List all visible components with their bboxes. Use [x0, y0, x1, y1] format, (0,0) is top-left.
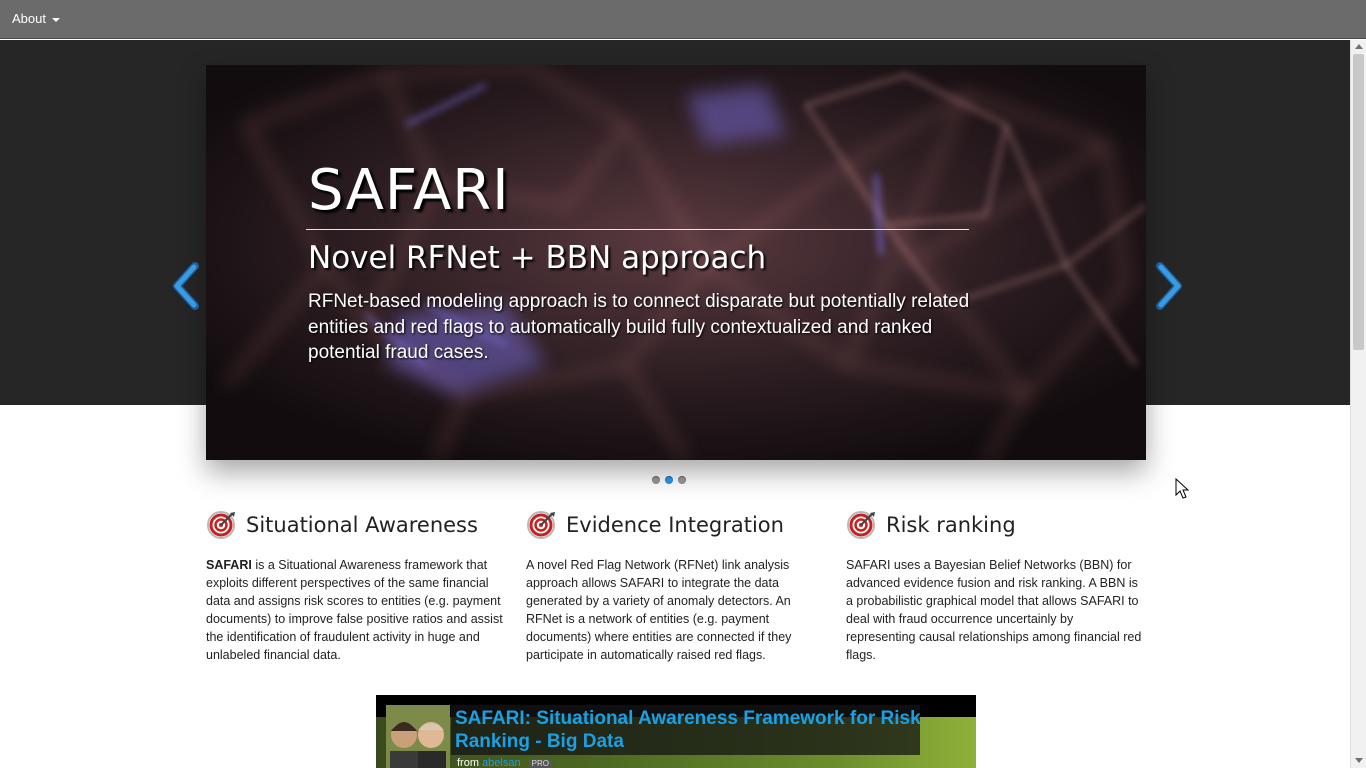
about-menu[interactable]: About [12, 11, 60, 26]
uploader-link[interactable]: abelsan [482, 757, 521, 768]
feature-lead: SAFARI [206, 558, 252, 572]
target-icon [847, 511, 875, 539]
slide-subtitle: Novel RFNet + BBN approach [308, 240, 767, 276]
chevron-left-icon [173, 262, 199, 310]
carousel-next-button[interactable] [1148, 262, 1188, 310]
embedded-video[interactable]: SAFARI: Situational Awareness Framework … [376, 695, 976, 768]
pro-badge: PRO [528, 759, 553, 768]
scroll-up-arrow-icon[interactable] [1355, 44, 1363, 49]
carousel-dot-2[interactable] [665, 476, 673, 484]
caret-down-icon [51, 17, 60, 22]
slide-description: RFNet-based modeling approach is to conn… [308, 291, 970, 363]
feature-description: A novel Red Flag Network (RFNet) link an… [526, 558, 792, 662]
feature-title: Risk ranking [886, 513, 1016, 537]
video-title-link[interactable]: SAFARI: Situational Awareness Framework … [455, 707, 925, 753]
mouse-cursor-icon [1175, 478, 1189, 499]
scroll-down-arrow-icon[interactable] [1355, 758, 1363, 763]
carousel-slide: SAFARI Novel RFNet + BBN approach RFNet-… [206, 65, 1146, 460]
carousel-prev-button[interactable] [167, 262, 207, 310]
feature-title: Evidence Integration [566, 513, 784, 537]
chevron-right-icon [1156, 262, 1182, 310]
feature-body: is a Situational Awareness framework tha… [206, 558, 503, 662]
top-navbar: About [0, 0, 1366, 39]
from-label: from [457, 757, 479, 768]
page-scrollbar[interactable] [1350, 40, 1366, 768]
slide-divider [306, 229, 969, 230]
target-icon [527, 511, 555, 539]
feature-description: SAFARI is a Situational Awareness framew… [206, 556, 506, 664]
feature-description: SAFARI uses a Bayesian Belief Networks (… [846, 558, 1142, 662]
avatar-image [386, 705, 450, 768]
uploader-avatar[interactable] [386, 705, 450, 768]
slide-title: SAFARI [308, 158, 510, 223]
carousel-dot-3[interactable] [678, 476, 686, 484]
carousel-dot-1[interactable] [652, 476, 660, 484]
scrollbar-thumb[interactable] [1353, 54, 1364, 350]
target-icon [207, 511, 235, 539]
feature-title: Situational Awareness [246, 513, 478, 537]
about-menu-label: About [12, 11, 46, 26]
video-byline: from abelsan PRO [457, 757, 553, 768]
